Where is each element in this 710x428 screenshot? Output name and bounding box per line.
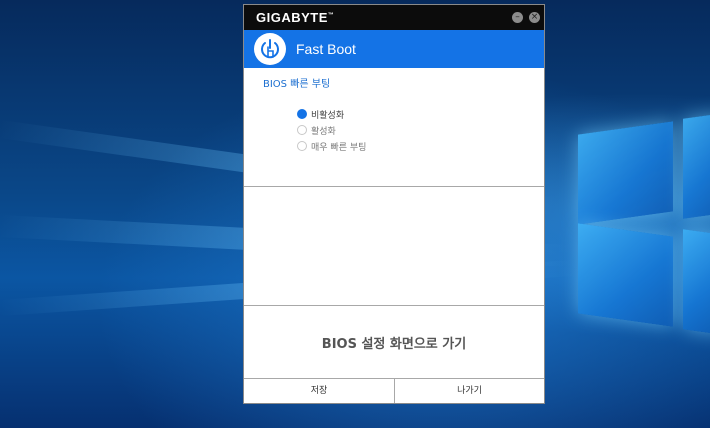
save-button[interactable]: 저장	[244, 379, 395, 403]
windows-logo-pane	[683, 113, 710, 219]
radio-label: 비활성화	[311, 111, 345, 121]
radio-label: 활성화	[311, 127, 336, 137]
app-header: Fast Boot	[244, 30, 544, 68]
section-title: BIOS 빠른 부팅	[263, 79, 331, 90]
windows-logo-pane	[578, 121, 673, 225]
divider	[244, 305, 544, 306]
radio-button[interactable]	[297, 141, 307, 151]
brand-text: GIGABYTE	[256, 10, 328, 25]
title-bar[interactable]: GIGABYTE™ – ×	[244, 5, 544, 30]
radio-button[interactable]	[297, 109, 307, 119]
minimize-button[interactable]: –	[512, 12, 523, 23]
close-button[interactable]: ×	[529, 12, 540, 23]
page-title: Fast Boot	[296, 41, 356, 57]
enter-bios-button[interactable]: BIOS 설정 화면으로 가기	[244, 333, 544, 352]
trademark-mark: ™	[327, 12, 335, 19]
gigabyte-logo: GIGABYTE™	[256, 10, 334, 25]
exit-button[interactable]: 나가기	[395, 379, 544, 403]
radio-label: 매우 빠른 부팅	[311, 143, 367, 153]
divider	[244, 186, 544, 187]
windows-logo-pane	[578, 223, 673, 327]
fast-boot-window: GIGABYTE™ – × Fast Boot BIOS 빠른 부팅 비활성화 …	[243, 4, 545, 404]
radio-button[interactable]	[297, 125, 307, 135]
windows-logo-pane	[683, 229, 710, 335]
power-touch-icon	[254, 33, 286, 65]
